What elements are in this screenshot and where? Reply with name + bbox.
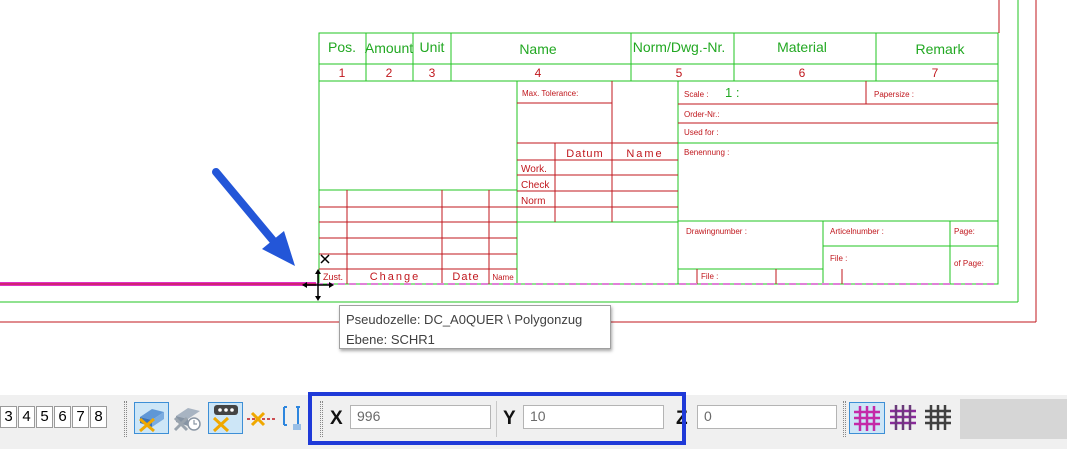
- order-nr-label: Order-Nr.:: [684, 110, 720, 119]
- toolbar-grip[interactable]: [843, 401, 846, 437]
- tooltip-layer-info: Ebene: SCHR1: [346, 332, 435, 347]
- zust-label: Zust.: [323, 272, 343, 282]
- col-number-7: 7: [932, 66, 939, 80]
- header-unit: Unit: [420, 39, 445, 55]
- page-label: Page:: [954, 227, 975, 236]
- col-number-1: 1: [339, 66, 346, 80]
- annotation-arrow: [212, 168, 295, 266]
- snap-disabled-button[interactable]: [171, 402, 206, 434]
- snap-line-button[interactable]: [245, 402, 280, 434]
- view-button-5[interactable]: 5: [36, 406, 53, 428]
- snap-element-button[interactable]: [134, 402, 169, 434]
- view-button-3[interactable]: 3: [0, 406, 17, 428]
- snap-points-icon: [212, 405, 238, 433]
- header-amount: Amount: [365, 40, 413, 56]
- snap-clock-icon: [173, 408, 201, 432]
- scale-value: 1 :: [725, 85, 739, 100]
- toolbar-grip[interactable]: [124, 401, 127, 437]
- grid-dark-button[interactable]: [921, 402, 955, 434]
- toolbar-empty-area: [960, 399, 1067, 439]
- grid-dark-icon: [925, 405, 951, 430]
- drawingnumber-label: Drawingnumber :: [686, 227, 747, 236]
- work-label: Work.: [521, 164, 547, 175]
- snap-text-button[interactable]: [279, 402, 305, 434]
- benennung-label: Benennung :: [684, 148, 729, 157]
- change-label: Change: [370, 271, 421, 283]
- file-label-right: File :: [830, 254, 847, 263]
- max-tolerance-label: Max. Tolerance:: [522, 89, 578, 98]
- norm-label: Norm: [521, 196, 545, 207]
- name-small-label: Name: [492, 273, 514, 282]
- grid-purple-button[interactable]: [886, 402, 920, 434]
- date-label: Date: [452, 271, 479, 283]
- snap-line-icon: [247, 411, 276, 427]
- view-button-8[interactable]: 8: [90, 406, 107, 428]
- col-number-6: 6: [799, 66, 806, 80]
- name-col-label: Name: [626, 148, 663, 160]
- col-number-3: 3: [429, 66, 436, 80]
- view-button-7[interactable]: 7: [72, 406, 89, 428]
- used-for-label: Used for :: [684, 128, 719, 137]
- z-coordinate-input[interactable]: 0: [697, 405, 837, 429]
- file-label-left: File :: [701, 272, 718, 281]
- datum-label: Datum: [566, 148, 603, 160]
- text-cursor-icon: [283, 406, 301, 430]
- check-label: Check: [521, 180, 550, 191]
- col-number-5: 5: [676, 66, 683, 80]
- header-norm: Norm/Dwg.-Nr.: [633, 39, 726, 55]
- snap-points-button[interactable]: [208, 402, 243, 434]
- col-number-4: 4: [535, 66, 542, 80]
- col-number-2: 2: [386, 66, 393, 80]
- grid-magenta-button[interactable]: [849, 402, 885, 434]
- scale-label: Scale :: [684, 90, 708, 99]
- of-page-label: of Page:: [954, 259, 984, 268]
- header-material: Material: [777, 39, 827, 55]
- view-button-4[interactable]: 4: [18, 406, 35, 428]
- drawing-canvas[interactable]: Pos. Amount Unit Name Norm/Dwg.-Nr. Mate…: [0, 0, 1067, 395]
- coordinate-highlight-box: [308, 392, 686, 445]
- grid-purple-icon: [890, 405, 916, 430]
- articelnumber-label: Articelnumber :: [830, 227, 884, 236]
- grid-magenta-icon: [854, 406, 880, 431]
- header-pos: Pos.: [328, 39, 356, 55]
- tooltip-cell-info: Pseudozelle: DC_A0QUER \ Polygonzug: [346, 312, 583, 327]
- snap-element-icon: [139, 409, 164, 433]
- header-name: Name: [519, 41, 557, 57]
- pseudocell-tooltip: Pseudozelle: DC_A0QUER \ Polygonzug Eben…: [339, 305, 611, 349]
- header-remark: Remark: [915, 41, 965, 57]
- view-button-6[interactable]: 6: [54, 406, 71, 428]
- papersize-label: Papersize :: [874, 90, 914, 99]
